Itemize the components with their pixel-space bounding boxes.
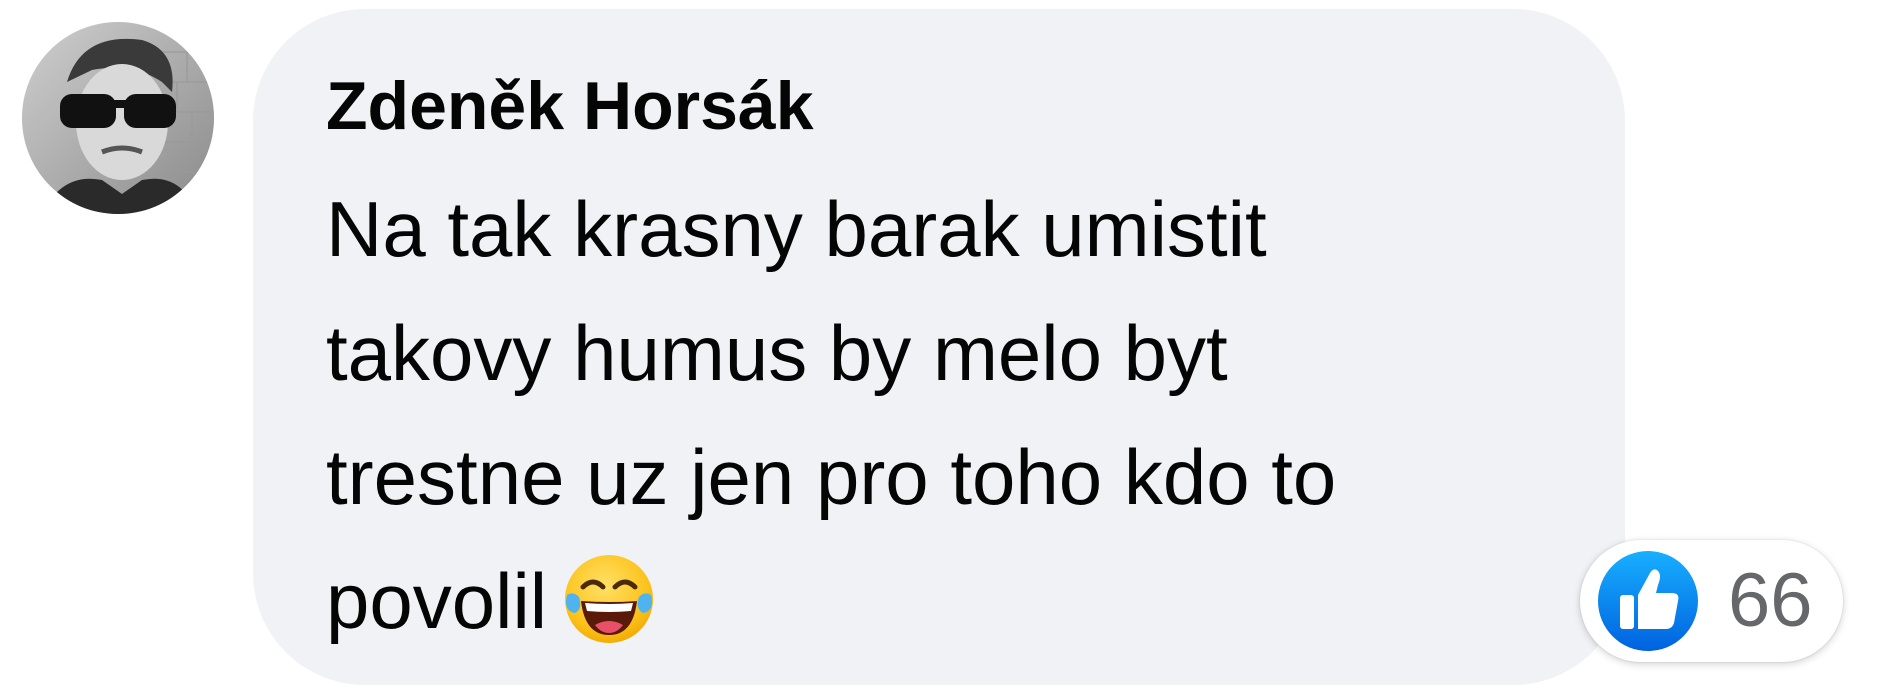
avatar-photo <box>22 22 214 214</box>
avatar[interactable] <box>22 22 214 214</box>
reaction-count: 66 <box>1728 558 1813 643</box>
comment-text-line-last: povolil <box>326 539 1596 663</box>
like-thumbs-up-icon <box>1592 545 1704 657</box>
comment-text-line: povolil <box>326 557 548 645</box>
comment-text: Na tak krasny barak umistit takovy humus… <box>326 167 1596 663</box>
comment: Zdeněk Horsák Na tak krasny barak umisti… <box>0 0 1900 690</box>
comment-text-line: takovy humus by melo byt <box>326 309 1228 397</box>
comment-text-line: Na tak krasny barak umistit <box>326 185 1267 273</box>
comment-text-line: trestne uz jen pro toho kdo to <box>326 433 1337 521</box>
reactions-summary[interactable]: 66 <box>1580 540 1843 662</box>
comment-author[interactable]: Zdeněk Horsák <box>326 66 814 146</box>
face-with-tears-of-joy-icon <box>561 551 657 647</box>
